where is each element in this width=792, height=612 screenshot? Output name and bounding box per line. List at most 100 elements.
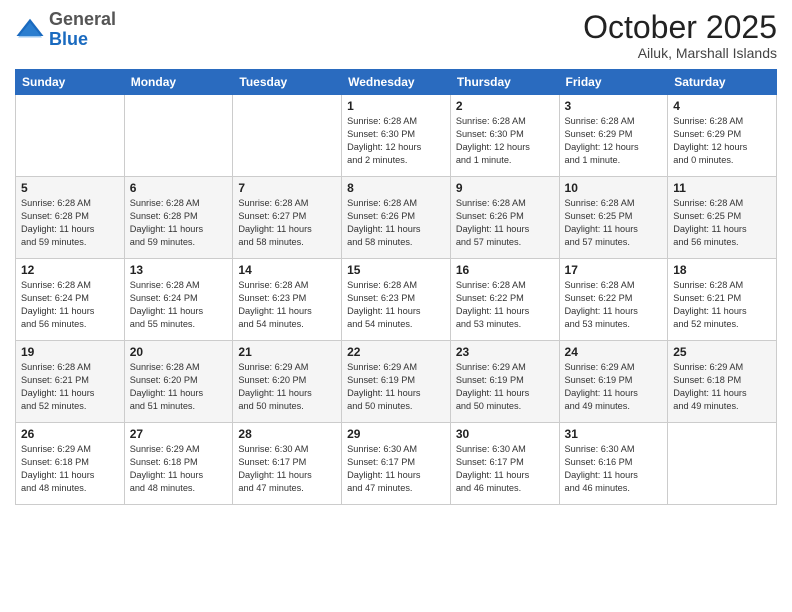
week-row-5: 26Sunrise: 6:29 AM Sunset: 6:18 PM Dayli… — [16, 423, 777, 505]
day-info: Sunrise: 6:28 AM Sunset: 6:20 PM Dayligh… — [130, 361, 228, 413]
day-number: 12 — [21, 263, 119, 277]
day-info: Sunrise: 6:28 AM Sunset: 6:29 PM Dayligh… — [565, 115, 663, 167]
day-number: 15 — [347, 263, 445, 277]
day-info: Sunrise: 6:28 AM Sunset: 6:26 PM Dayligh… — [347, 197, 445, 249]
day-info: Sunrise: 6:28 AM Sunset: 6:25 PM Dayligh… — [673, 197, 771, 249]
calendar-cell: 25Sunrise: 6:29 AM Sunset: 6:18 PM Dayli… — [668, 341, 777, 423]
calendar-cell: 12 Sunrise: 6:28 AM Sunset: 6:24 PM Dayli… — [16, 259, 125, 341]
calendar-cell: 8 Sunrise: 6:28 AM Sunset: 6:26 PM Daylig… — [342, 177, 451, 259]
day-info: Sunrise: 6:29 AM Sunset: 6:18 PM Dayligh… — [673, 361, 771, 413]
calendar-cell: 1 Sunrise: 6:28 AM Sunset: 6:30 PM Daylig… — [342, 95, 451, 177]
calendar-header-row: Sunday Monday Tuesday Wednesday Thursday… — [16, 70, 777, 95]
day-number: 28 — [238, 427, 336, 441]
calendar-cell: 16 Sunrise: 6:28 AM Sunset: 6:22 PM Dayli… — [450, 259, 559, 341]
day-info: Sunrise: 6:28 AM Sunset: 6:22 PM Dayligh… — [456, 279, 554, 331]
day-number: 5 — [21, 181, 119, 195]
calendar-cell: 13 Sunrise: 6:28 AM Sunset: 6:24 PM Dayli… — [124, 259, 233, 341]
week-row-3: 12 Sunrise: 6:28 AM Sunset: 6:24 PM Dayli… — [16, 259, 777, 341]
day-info: Sunrise: 6:28 AM Sunset: 6:27 PM Dayligh… — [238, 197, 336, 249]
day-info: Sunrise: 6:28 AM Sunset: 6:24 PM Dayligh… — [130, 279, 228, 331]
day-number: 10 — [565, 181, 663, 195]
day-info: Sunrise: 6:28 AM Sunset: 6:21 PM Dayligh… — [673, 279, 771, 331]
day-info: Sunrise: 6:28 AM Sunset: 6:22 PM Dayligh… — [565, 279, 663, 331]
day-info: Sunrise: 6:28 AM Sunset: 6:23 PM Dayligh… — [238, 279, 336, 331]
day-number: 2 — [456, 99, 554, 113]
calendar-cell: 6 Sunrise: 6:28 AM Sunset: 6:28 PM Daylig… — [124, 177, 233, 259]
month-title: October 2025 — [583, 10, 777, 45]
day-number: 13 — [130, 263, 228, 277]
col-sunday: Sunday — [16, 70, 125, 95]
calendar-cell: 19Sunrise: 6:28 AM Sunset: 6:21 PM Dayli… — [16, 341, 125, 423]
week-row-2: 5 Sunrise: 6:28 AM Sunset: 6:28 PM Daylig… — [16, 177, 777, 259]
calendar: Sunday Monday Tuesday Wednesday Thursday… — [15, 69, 777, 505]
day-info: Sunrise: 6:30 AM Sunset: 6:17 PM Dayligh… — [456, 443, 554, 495]
calendar-cell: 18 Sunrise: 6:28 AM Sunset: 6:21 PM Dayli… — [668, 259, 777, 341]
day-number: 1 — [347, 99, 445, 113]
logo: General Blue — [15, 10, 116, 50]
day-info: Sunrise: 6:29 AM Sunset: 6:20 PM Dayligh… — [238, 361, 336, 413]
calendar-cell — [16, 95, 125, 177]
week-row-1: 1 Sunrise: 6:28 AM Sunset: 6:30 PM Daylig… — [16, 95, 777, 177]
day-number: 22 — [347, 345, 445, 359]
day-number: 4 — [673, 99, 771, 113]
day-info: Sunrise: 6:30 AM Sunset: 6:17 PM Dayligh… — [238, 443, 336, 495]
day-number: 9 — [456, 181, 554, 195]
day-number: 27 — [130, 427, 228, 441]
day-number: 29 — [347, 427, 445, 441]
day-info: Sunrise: 6:29 AM Sunset: 6:19 PM Dayligh… — [347, 361, 445, 413]
calendar-cell: 31 Sunrise: 6:30 AM Sunset: 6:16 PM Dayli… — [559, 423, 668, 505]
calendar-cell: 10 Sunrise: 6:28 AM Sunset: 6:25 PM Dayli… — [559, 177, 668, 259]
day-number: 3 — [565, 99, 663, 113]
day-info: Sunrise: 6:29 AM Sunset: 6:19 PM Dayligh… — [565, 361, 663, 413]
day-number: 16 — [456, 263, 554, 277]
calendar-cell: 20 Sunrise: 6:28 AM Sunset: 6:20 PM Dayli… — [124, 341, 233, 423]
day-number: 31 — [565, 427, 663, 441]
day-info: Sunrise: 6:30 AM Sunset: 6:17 PM Dayligh… — [347, 443, 445, 495]
calendar-cell: 27 Sunrise: 6:29 AM Sunset: 6:18 PM Dayli… — [124, 423, 233, 505]
day-number: 14 — [238, 263, 336, 277]
logo-blue: Blue — [49, 29, 88, 49]
day-number: 20 — [130, 345, 228, 359]
day-number: 30 — [456, 427, 554, 441]
calendar-cell: 4 Sunrise: 6:28 AM Sunset: 6:29 PM Daylig… — [668, 95, 777, 177]
day-number: 21 — [238, 345, 336, 359]
day-info: Sunrise: 6:28 AM Sunset: 6:30 PM Dayligh… — [347, 115, 445, 167]
day-info: Sunrise: 6:28 AM Sunset: 6:30 PM Dayligh… — [456, 115, 554, 167]
day-number: 18 — [673, 263, 771, 277]
day-info: Sunrise: 6:28 AM Sunset: 6:28 PM Dayligh… — [130, 197, 228, 249]
logo-text: General Blue — [49, 10, 116, 50]
calendar-cell: 23Sunrise: 6:29 AM Sunset: 6:19 PM Dayli… — [450, 341, 559, 423]
week-row-4: 19Sunrise: 6:28 AM Sunset: 6:21 PM Dayli… — [16, 341, 777, 423]
day-number: 11 — [673, 181, 771, 195]
day-info: Sunrise: 6:28 AM Sunset: 6:28 PM Dayligh… — [21, 197, 119, 249]
day-number: 17 — [565, 263, 663, 277]
day-number: 24 — [565, 345, 663, 359]
day-number: 7 — [238, 181, 336, 195]
calendar-cell: 29 Sunrise: 6:30 AM Sunset: 6:17 PM Dayli… — [342, 423, 451, 505]
calendar-cell: 15Sunrise: 6:28 AM Sunset: 6:23 PM Dayli… — [342, 259, 451, 341]
day-info: Sunrise: 6:28 AM Sunset: 6:24 PM Dayligh… — [21, 279, 119, 331]
calendar-cell: 7 Sunrise: 6:28 AM Sunset: 6:27 PM Daylig… — [233, 177, 342, 259]
day-info: Sunrise: 6:29 AM Sunset: 6:18 PM Dayligh… — [130, 443, 228, 495]
logo-icon — [15, 15, 45, 45]
calendar-cell: 28 Sunrise: 6:30 AM Sunset: 6:17 PM Dayli… — [233, 423, 342, 505]
calendar-cell: 2 Sunrise: 6:28 AM Sunset: 6:30 PM Daylig… — [450, 95, 559, 177]
day-number: 8 — [347, 181, 445, 195]
calendar-cell: 26Sunrise: 6:29 AM Sunset: 6:18 PM Dayli… — [16, 423, 125, 505]
calendar-body: 1 Sunrise: 6:28 AM Sunset: 6:30 PM Daylig… — [16, 95, 777, 505]
location-subtitle: Ailuk, Marshall Islands — [583, 45, 777, 61]
calendar-cell — [668, 423, 777, 505]
day-number: 6 — [130, 181, 228, 195]
day-info: Sunrise: 6:29 AM Sunset: 6:18 PM Dayligh… — [21, 443, 119, 495]
calendar-cell — [233, 95, 342, 177]
calendar-cell: 5 Sunrise: 6:28 AM Sunset: 6:28 PM Daylig… — [16, 177, 125, 259]
day-info: Sunrise: 6:30 AM Sunset: 6:16 PM Dayligh… — [565, 443, 663, 495]
col-thursday: Thursday — [450, 70, 559, 95]
day-info: Sunrise: 6:28 AM Sunset: 6:25 PM Dayligh… — [565, 197, 663, 249]
calendar-cell — [124, 95, 233, 177]
calendar-cell: 17 Sunrise: 6:28 AM Sunset: 6:22 PM Dayli… — [559, 259, 668, 341]
calendar-cell: 11 Sunrise: 6:28 AM Sunset: 6:25 PM Dayli… — [668, 177, 777, 259]
col-wednesday: Wednesday — [342, 70, 451, 95]
page: General Blue October 2025 Ailuk, Marshal… — [0, 0, 792, 612]
day-info: Sunrise: 6:28 AM Sunset: 6:29 PM Dayligh… — [673, 115, 771, 167]
